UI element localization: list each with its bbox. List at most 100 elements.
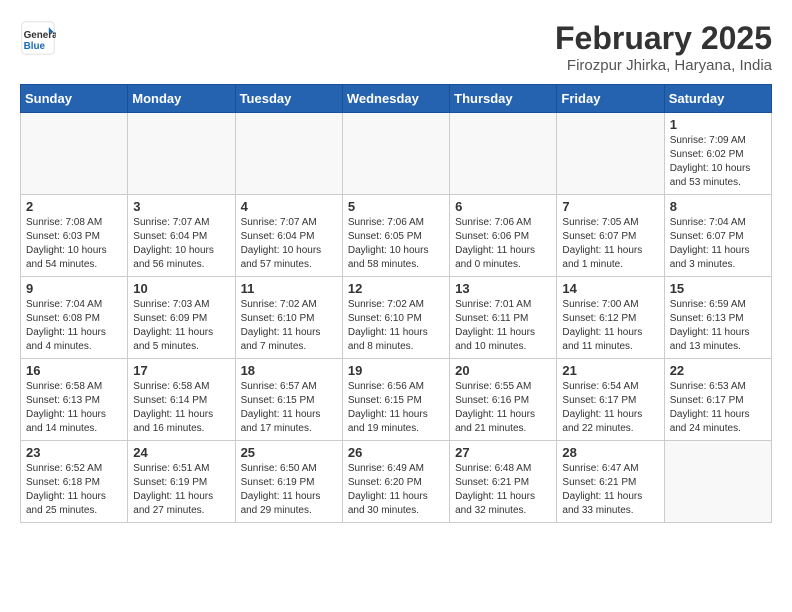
location-subtitle: Firozpur Jhirka, Haryana, India [555, 57, 772, 74]
calendar-cell [450, 113, 557, 195]
calendar-header-row: SundayMondayTuesdayWednesdayThursdayFrid… [21, 85, 772, 113]
logo: General Blue [20, 20, 60, 56]
calendar-cell: 21 Sunrise: 6:54 AM Sunset: 6:17 PM Dayli… [557, 359, 664, 441]
day-info: Sunrise: 7:02 AM Sunset: 6:10 PM Dayligh… [241, 298, 337, 354]
day-info: Sunrise: 7:06 AM Sunset: 6:06 PM Dayligh… [455, 216, 551, 272]
calendar-cell: 19Sunrise: 6:56 AM Sunset: 6:15 PM Dayli… [342, 359, 449, 441]
day-info: Sunrise: 6:49 AM Sunset: 6:20 PM Dayligh… [348, 462, 444, 518]
calendar-cell: 24 Sunrise: 6:51 AM Sunset: 6:19 PM Dayli… [128, 441, 235, 523]
day-number: 26 [348, 445, 444, 460]
day-number: 19 [348, 363, 444, 378]
day-number: 3 [133, 199, 229, 214]
day-number: 24 [133, 445, 229, 460]
calendar-cell: 11 Sunrise: 7:02 AM Sunset: 6:10 PM Dayli… [235, 277, 342, 359]
calendar-week-row: 2 Sunrise: 7:08 AM Sunset: 6:03 PM Daylig… [21, 195, 772, 277]
calendar-cell: 25 Sunrise: 6:50 AM Sunset: 6:19 PM Dayli… [235, 441, 342, 523]
day-number: 22 [670, 363, 766, 378]
column-header-saturday: Saturday [664, 85, 771, 113]
calendar-week-row: 9 Sunrise: 7:04 AM Sunset: 6:08 PM Daylig… [21, 277, 772, 359]
day-number: 8 [670, 199, 766, 214]
day-number: 13 [455, 281, 551, 296]
calendar-cell: 28Sunrise: 6:47 AM Sunset: 6:21 PM Dayli… [557, 441, 664, 523]
column-header-thursday: Thursday [450, 85, 557, 113]
calendar-cell: 23 Sunrise: 6:52 AM Sunset: 6:18 PM Dayli… [21, 441, 128, 523]
calendar-cell [557, 113, 664, 195]
column-header-friday: Friday [557, 85, 664, 113]
day-info: Sunrise: 6:52 AM Sunset: 6:18 PM Dayligh… [26, 462, 122, 518]
day-info: Sunrise: 7:07 AM Sunset: 6:04 PM Dayligh… [241, 216, 337, 272]
day-number: 18 [241, 363, 337, 378]
day-number: 25 [241, 445, 337, 460]
day-info: Sunrise: 6:58 AM Sunset: 6:13 PM Dayligh… [26, 380, 122, 436]
day-number: 9 [26, 281, 122, 296]
calendar-week-row: 16Sunrise: 6:58 AM Sunset: 6:13 PM Dayli… [21, 359, 772, 441]
calendar-cell: 5 Sunrise: 7:06 AM Sunset: 6:05 PM Daylig… [342, 195, 449, 277]
day-number: 12 [348, 281, 444, 296]
calendar-cell [235, 113, 342, 195]
day-info: Sunrise: 6:59 AM Sunset: 6:13 PM Dayligh… [670, 298, 766, 354]
day-number: 7 [562, 199, 658, 214]
day-number: 1 [670, 117, 766, 132]
day-info: Sunrise: 6:54 AM Sunset: 6:17 PM Dayligh… [562, 380, 658, 436]
calendar-cell: 27 Sunrise: 6:48 AM Sunset: 6:21 PM Dayli… [450, 441, 557, 523]
calendar-cell: 18Sunrise: 6:57 AM Sunset: 6:15 PM Dayli… [235, 359, 342, 441]
day-number: 27 [455, 445, 551, 460]
calendar-week-row: 23 Sunrise: 6:52 AM Sunset: 6:18 PM Dayli… [21, 441, 772, 523]
day-info: Sunrise: 7:09 AM Sunset: 6:02 PM Dayligh… [670, 134, 766, 190]
day-info: Sunrise: 7:04 AM Sunset: 6:07 PM Dayligh… [670, 216, 766, 272]
logo-icon: General Blue [20, 20, 56, 56]
day-number: 17 [133, 363, 229, 378]
day-number: 21 [562, 363, 658, 378]
calendar-cell: 22 Sunrise: 6:53 AM Sunset: 6:17 PM Dayli… [664, 359, 771, 441]
page-header: General Blue February 2025 Firozpur Jhir… [20, 20, 772, 74]
day-number: 10 [133, 281, 229, 296]
day-number: 4 [241, 199, 337, 214]
calendar-cell: 13 Sunrise: 7:01 AM Sunset: 6:11 PM Dayli… [450, 277, 557, 359]
day-info: Sunrise: 6:53 AM Sunset: 6:17 PM Dayligh… [670, 380, 766, 436]
day-number: 14 [562, 281, 658, 296]
calendar-cell: 1 Sunrise: 7:09 AM Sunset: 6:02 PM Daylig… [664, 113, 771, 195]
day-info: Sunrise: 7:07 AM Sunset: 6:04 PM Dayligh… [133, 216, 229, 272]
calendar-cell: 4 Sunrise: 7:07 AM Sunset: 6:04 PM Daylig… [235, 195, 342, 277]
day-info: Sunrise: 7:01 AM Sunset: 6:11 PM Dayligh… [455, 298, 551, 354]
day-info: Sunrise: 7:05 AM Sunset: 6:07 PM Dayligh… [562, 216, 658, 272]
day-info: Sunrise: 6:55 AM Sunset: 6:16 PM Dayligh… [455, 380, 551, 436]
calendar-cell [342, 113, 449, 195]
day-number: 2 [26, 199, 122, 214]
day-info: Sunrise: 7:06 AM Sunset: 6:05 PM Dayligh… [348, 216, 444, 272]
calendar-cell: 8 Sunrise: 7:04 AM Sunset: 6:07 PM Daylig… [664, 195, 771, 277]
day-info: Sunrise: 6:50 AM Sunset: 6:19 PM Dayligh… [241, 462, 337, 518]
day-info: Sunrise: 7:08 AM Sunset: 6:03 PM Dayligh… [26, 216, 122, 272]
calendar-cell: 15 Sunrise: 6:59 AM Sunset: 6:13 PM Dayli… [664, 277, 771, 359]
calendar-cell: 26 Sunrise: 6:49 AM Sunset: 6:20 PM Dayli… [342, 441, 449, 523]
calendar-cell: 20Sunrise: 6:55 AM Sunset: 6:16 PM Dayli… [450, 359, 557, 441]
column-header-sunday: Sunday [21, 85, 128, 113]
day-info: Sunrise: 7:00 AM Sunset: 6:12 PM Dayligh… [562, 298, 658, 354]
day-info: Sunrise: 6:47 AM Sunset: 6:21 PM Dayligh… [562, 462, 658, 518]
day-number: 6 [455, 199, 551, 214]
day-info: Sunrise: 7:03 AM Sunset: 6:09 PM Dayligh… [133, 298, 229, 354]
calendar-cell: 17Sunrise: 6:58 AM Sunset: 6:14 PM Dayli… [128, 359, 235, 441]
calendar-table: SundayMondayTuesdayWednesdayThursdayFrid… [20, 84, 772, 523]
day-number: 11 [241, 281, 337, 296]
day-number: 23 [26, 445, 122, 460]
calendar-cell [664, 441, 771, 523]
title-block: February 2025 Firozpur Jhirka, Haryana, … [555, 20, 772, 74]
day-info: Sunrise: 7:02 AM Sunset: 6:10 PM Dayligh… [348, 298, 444, 354]
day-number: 15 [670, 281, 766, 296]
day-number: 5 [348, 199, 444, 214]
day-info: Sunrise: 6:51 AM Sunset: 6:19 PM Dayligh… [133, 462, 229, 518]
column-header-wednesday: Wednesday [342, 85, 449, 113]
calendar-cell: 7 Sunrise: 7:05 AM Sunset: 6:07 PM Daylig… [557, 195, 664, 277]
calendar-cell [21, 113, 128, 195]
calendar-cell: 6 Sunrise: 7:06 AM Sunset: 6:06 PM Daylig… [450, 195, 557, 277]
calendar-cell: 9 Sunrise: 7:04 AM Sunset: 6:08 PM Daylig… [21, 277, 128, 359]
month-title: February 2025 [555, 20, 772, 57]
calendar-cell: 14 Sunrise: 7:00 AM Sunset: 6:12 PM Dayli… [557, 277, 664, 359]
svg-text:Blue: Blue [24, 41, 46, 52]
day-info: Sunrise: 6:48 AM Sunset: 6:21 PM Dayligh… [455, 462, 551, 518]
calendar-cell: 16Sunrise: 6:58 AM Sunset: 6:13 PM Dayli… [21, 359, 128, 441]
day-info: Sunrise: 7:04 AM Sunset: 6:08 PM Dayligh… [26, 298, 122, 354]
calendar-cell [128, 113, 235, 195]
calendar-cell: 3 Sunrise: 7:07 AM Sunset: 6:04 PM Daylig… [128, 195, 235, 277]
